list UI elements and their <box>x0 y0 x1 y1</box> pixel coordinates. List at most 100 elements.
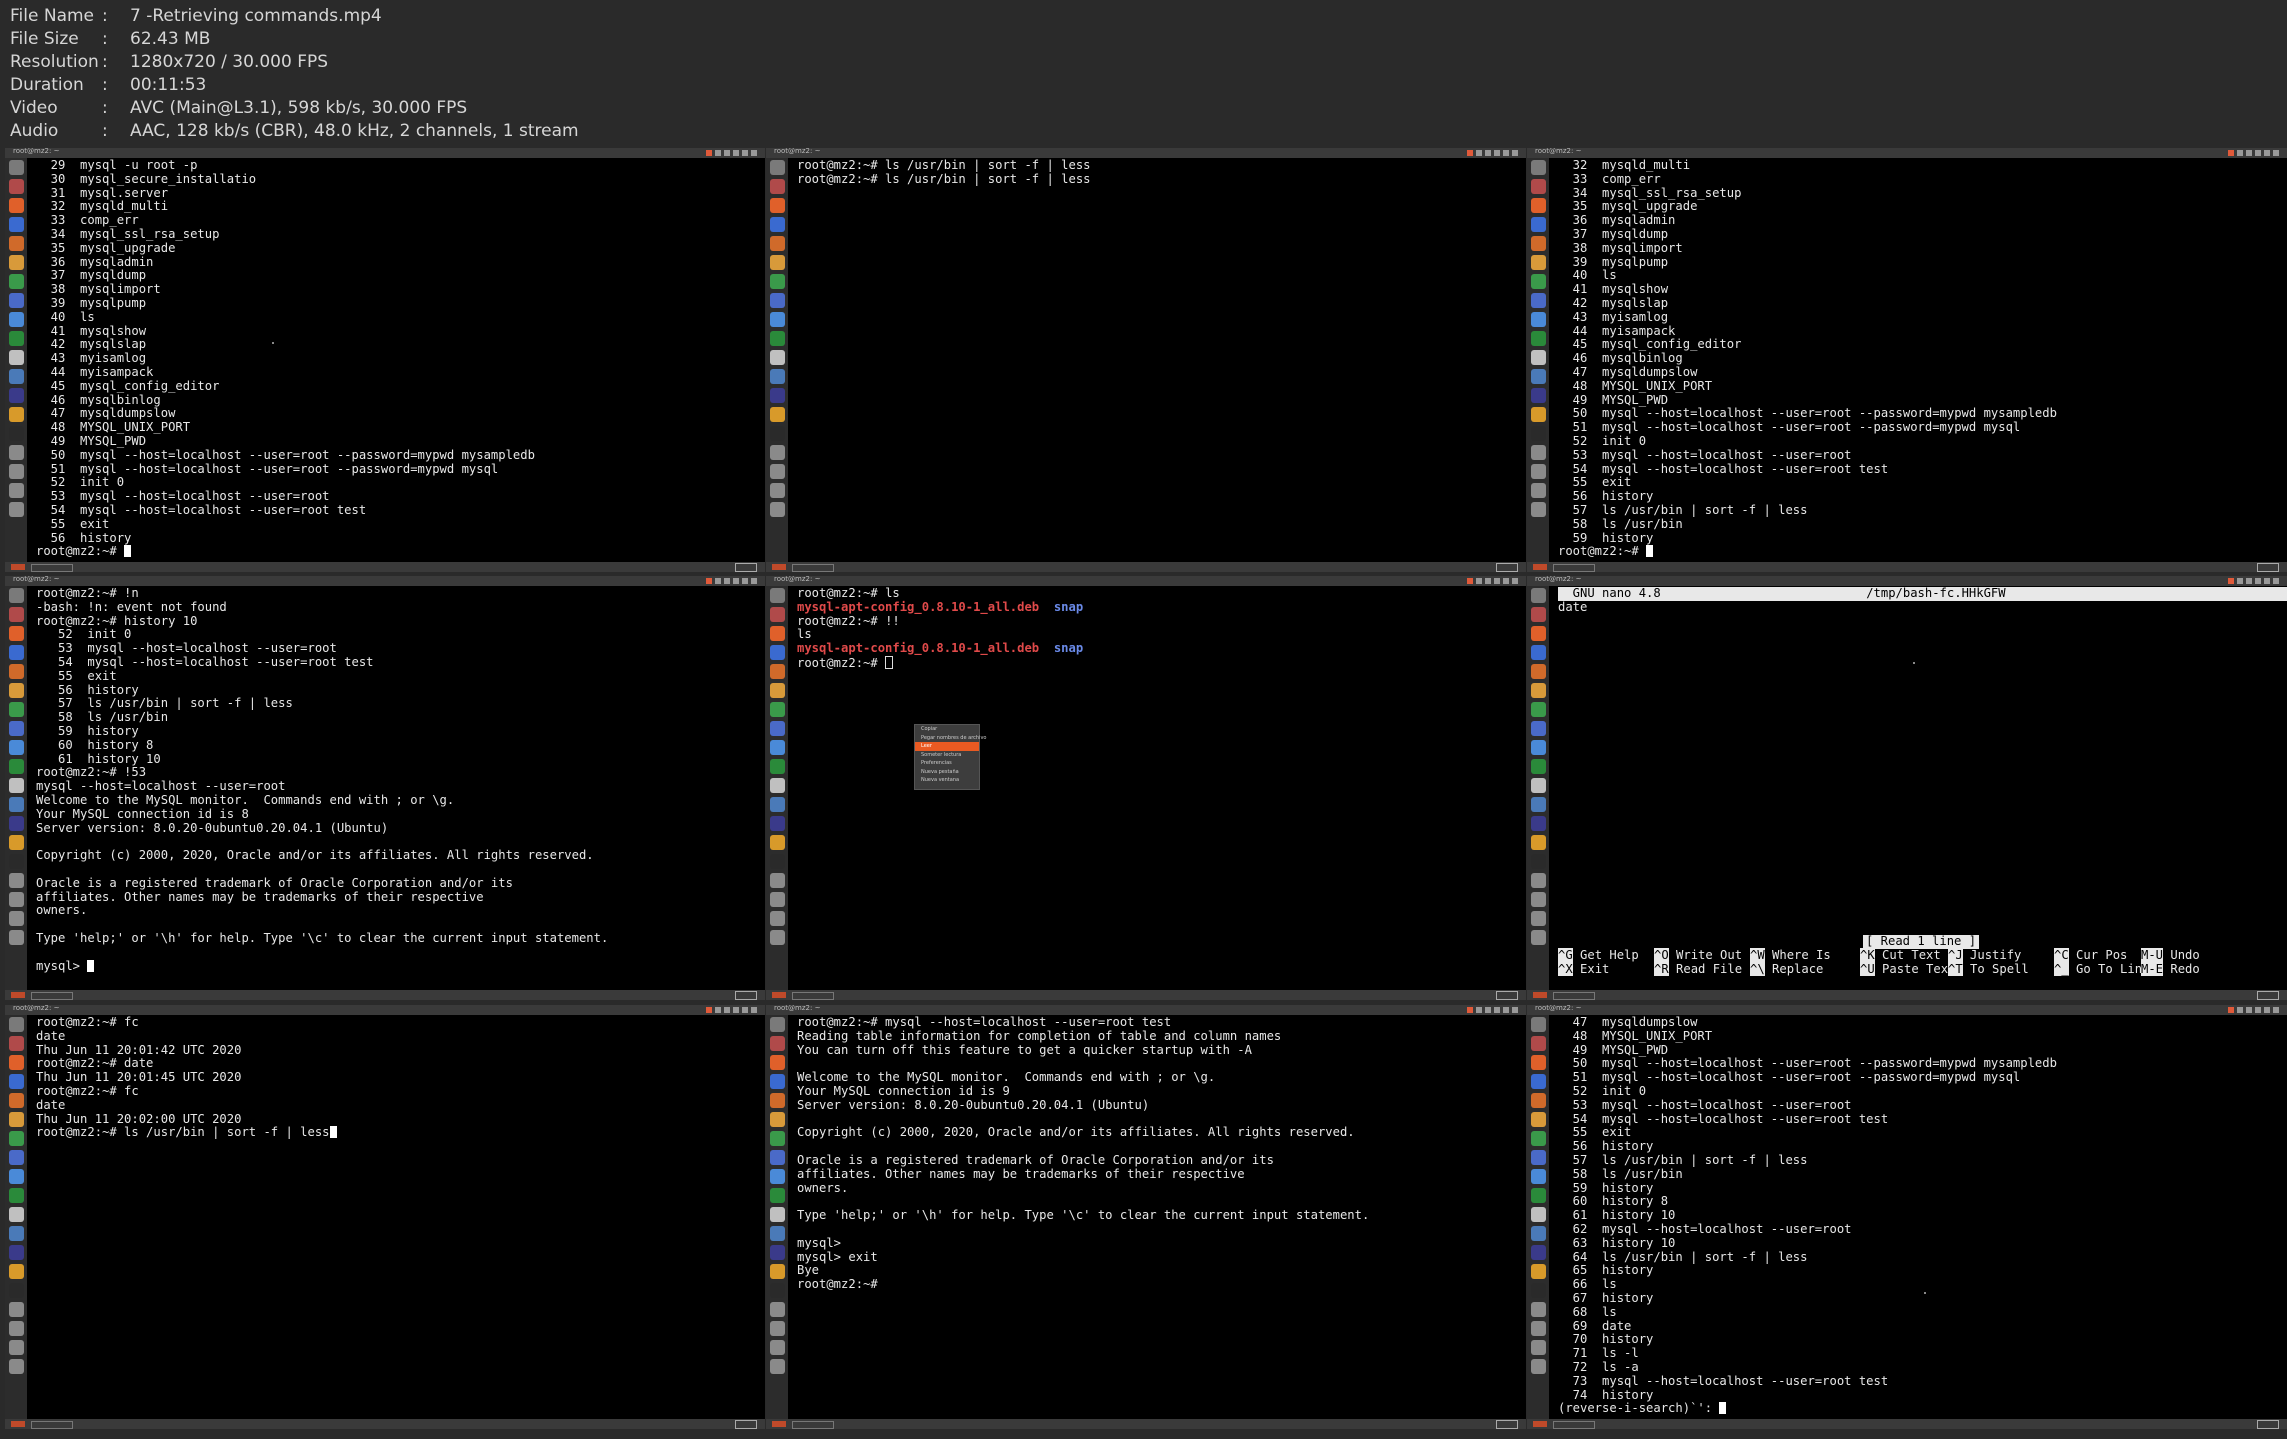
context-menu-item[interactable]: Someter lectura <box>915 751 979 760</box>
tray-icon[interactable] <box>2228 578 2234 584</box>
tray-icon[interactable] <box>733 578 739 584</box>
launcher-app-icon[interactable] <box>769 1207 785 1222</box>
nano-shortcut[interactable]: M-U Undo <box>2141 948 2200 963</box>
context-menu-item[interactable]: Pegar nombres de archivo <box>915 734 986 743</box>
launcher-app-icon[interactable] <box>8 426 24 441</box>
tray-icon[interactable] <box>1485 150 1491 156</box>
workspace-switcher[interactable] <box>2257 1420 2279 1429</box>
launcher-app-icon[interactable] <box>769 1226 785 1241</box>
tray-icon[interactable] <box>2237 578 2243 584</box>
nano-editor[interactable]: GNU nano 4.8 /tmp/bash-fc.HHkGFW date <box>1558 586 2287 990</box>
launcher-app-icon[interactable] <box>769 835 785 850</box>
launcher-app-icon[interactable] <box>8 626 24 641</box>
launcher-app-icon[interactable] <box>8 1131 24 1146</box>
launcher-app-icon[interactable] <box>8 797 24 812</box>
launcher-app-icon[interactable] <box>1530 1074 1546 1089</box>
launcher-app-icon[interactable] <box>769 797 785 812</box>
launcher-app-icon[interactable] <box>8 1245 24 1260</box>
launcher-app-icon[interactable] <box>1530 1226 1546 1241</box>
launcher-app-icon[interactable] <box>8 445 24 460</box>
nano-shortcut[interactable]: ^W Where Is <box>1750 948 1831 963</box>
launcher-app-icon[interactable] <box>1530 911 1546 926</box>
terminal-output[interactable]: root@mz2:~# ls /usr/bin | sort -f | less… <box>797 158 1526 562</box>
launcher-app-icon[interactable] <box>8 664 24 679</box>
tray-icon[interactable] <box>751 1007 757 1013</box>
show-desktop-button[interactable] <box>11 1421 25 1427</box>
launcher-app-icon[interactable] <box>8 407 24 422</box>
launcher-app-icon[interactable] <box>8 1302 24 1317</box>
launcher-app-icon[interactable] <box>8 645 24 660</box>
launcher-app-icon[interactable] <box>8 483 24 498</box>
launcher-app-icon[interactable] <box>8 1188 24 1203</box>
launcher-app-icon[interactable] <box>1530 483 1546 498</box>
launcher-app-icon[interactable] <box>769 198 785 213</box>
show-desktop-button[interactable] <box>11 992 25 998</box>
launcher-app-icon[interactable] <box>8 1340 24 1355</box>
tray-icon[interactable] <box>1467 150 1473 156</box>
terminal-output[interactable]: root@mz2:~# !n -bash: !n: event not found… <box>36 586 765 990</box>
launcher-app-icon[interactable] <box>769 702 785 717</box>
launcher-app-icon[interactable] <box>8 911 24 926</box>
launcher-app-icon[interactable] <box>1530 388 1546 403</box>
terminal-output[interactable]: 47 mysqldumpslow 48 MYSQL_UNIX_PORT 49 M… <box>1558 1015 2287 1419</box>
launcher-app-icon[interactable] <box>1530 179 1546 194</box>
nano-shortcut[interactable]: ^U Paste Text <box>1860 961 1955 977</box>
launcher-app-icon[interactable] <box>769 1302 785 1317</box>
launcher-app-icon[interactable] <box>769 892 785 907</box>
nano-shortcut[interactable]: ^O Write Out <box>1654 948 1742 963</box>
tray-icon[interactable] <box>2255 578 2261 584</box>
launcher-app-icon[interactable] <box>8 179 24 194</box>
launcher-app-icon[interactable] <box>1530 759 1546 774</box>
launcher-app-icon[interactable] <box>8 892 24 907</box>
launcher-app-icon[interactable] <box>1530 683 1546 698</box>
launcher-app-icon[interactable] <box>1530 236 1546 251</box>
tray-icon[interactable] <box>724 578 730 584</box>
workspace-switcher[interactable] <box>735 563 757 572</box>
tray-icon[interactable] <box>1467 578 1473 584</box>
launcher-app-icon[interactable] <box>1530 1188 1546 1203</box>
launcher-app-icon[interactable] <box>769 873 785 888</box>
launcher-app-icon[interactable] <box>769 664 785 679</box>
launcher-app-icon[interactable] <box>1530 217 1546 232</box>
launcher-app-icon[interactable] <box>1530 331 1546 346</box>
launcher-app-icon[interactable] <box>8 312 24 327</box>
launcher-app-icon[interactable] <box>1530 702 1546 717</box>
launcher-app-icon[interactable] <box>1530 1340 1546 1355</box>
launcher-app-icon[interactable] <box>1530 1093 1546 1108</box>
launcher-app-icon[interactable] <box>769 483 785 498</box>
tray-icon[interactable] <box>2246 150 2252 156</box>
launcher-app-icon[interactable] <box>769 816 785 831</box>
launcher-app-icon[interactable] <box>1530 160 1546 175</box>
tray-icon[interactable] <box>1503 578 1509 584</box>
tray-icon[interactable] <box>1476 1007 1482 1013</box>
launcher-app-icon[interactable] <box>1530 607 1546 622</box>
tray-icon[interactable] <box>1476 150 1482 156</box>
tray-icon[interactable] <box>2273 1007 2279 1013</box>
launcher-app-icon[interactable] <box>769 350 785 365</box>
launcher-app-icon[interactable] <box>8 1150 24 1165</box>
launcher-app-icon[interactable] <box>8 350 24 365</box>
nano-shortcut[interactable]: ^X Exit <box>1558 961 1609 977</box>
launcher-app-icon[interactable] <box>1530 1169 1546 1184</box>
nano-shortcut[interactable]: ^_ Go To Line <box>2054 961 2149 977</box>
launcher-app-icon[interactable] <box>769 759 785 774</box>
launcher-app-icon[interactable] <box>769 274 785 289</box>
tray-icon[interactable] <box>1485 1007 1491 1013</box>
launcher-app-icon[interactable] <box>8 331 24 346</box>
nano-shortcut[interactable]: ^T To Spell <box>1948 961 2029 977</box>
launcher-app-icon[interactable] <box>8 1264 24 1279</box>
launcher-app-icon[interactable] <box>1530 1207 1546 1222</box>
launcher-app-icon[interactable] <box>8 217 24 232</box>
launcher-app-icon[interactable] <box>1530 426 1546 441</box>
tray-icon[interactable] <box>751 578 757 584</box>
launcher-app-icon[interactable] <box>8 930 24 945</box>
launcher-app-icon[interactable] <box>8 1169 24 1184</box>
launcher-app-icon[interactable] <box>769 217 785 232</box>
launcher-app-icon[interactable] <box>769 1055 785 1070</box>
tray-icon[interactable] <box>2228 1007 2234 1013</box>
launcher-app-icon[interactable] <box>769 1036 785 1051</box>
launcher-app-icon[interactable] <box>769 588 785 603</box>
terminal-output[interactable]: root@mz2:~# fc date Thu Jun 11 20:01:42 UT… <box>36 1015 765 1419</box>
launcher-app-icon[interactable] <box>1530 1150 1546 1165</box>
launcher-app-icon[interactable] <box>1530 1245 1546 1260</box>
